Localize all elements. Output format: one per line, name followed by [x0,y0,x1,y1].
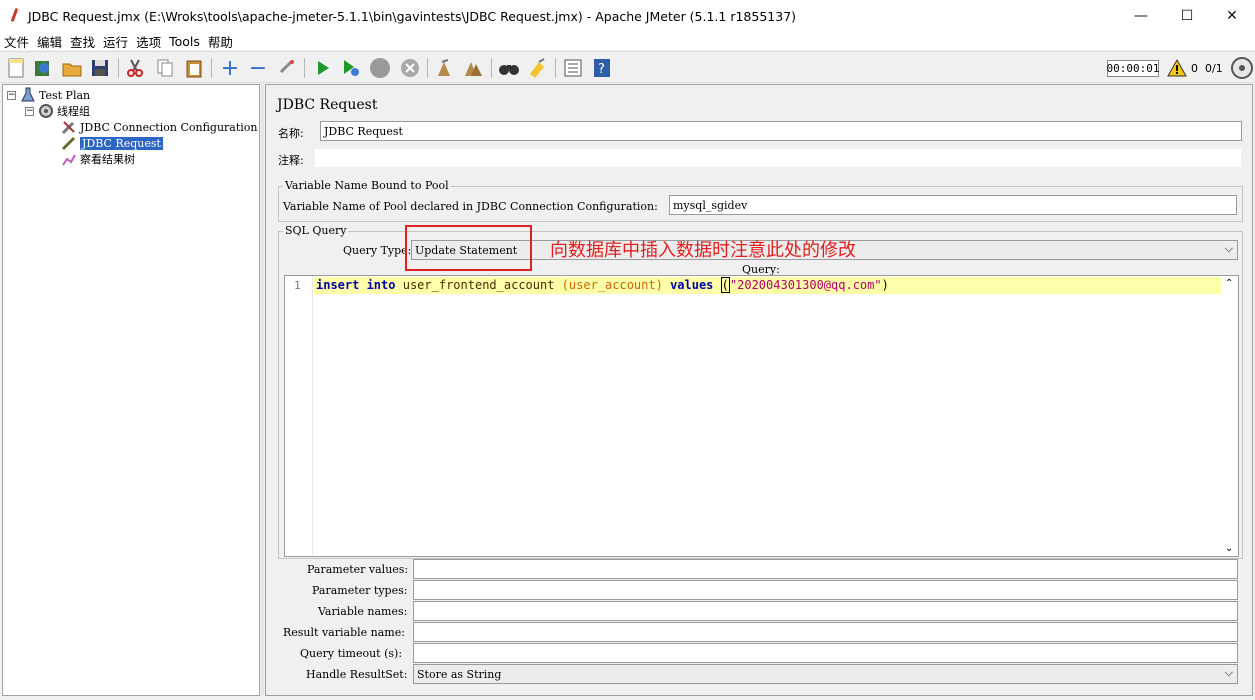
tree-node-jdbc-request[interactable]: JDBC Request [61,135,163,151]
remove-icon[interactable]: − [246,56,270,81]
menu-run[interactable]: 运行 [103,32,128,51]
svg-text:?: ? [598,62,605,77]
jdbc-request-panel: JDBC Request 名称: JDBC Request 注释: Variab… [265,84,1253,696]
cut-icon[interactable] [123,56,147,80]
toolbar: + − ? 00:00:01 0 0/1 [0,51,1255,83]
result-variable-field[interactable] [413,622,1238,642]
stop-icon[interactable] [368,56,392,80]
query-type-label: Query Type: [343,244,412,257]
shutdown-icon[interactable] [398,56,422,80]
listener-chart-icon [61,151,77,167]
scroll-up-icon[interactable]: ⌃ [1225,278,1233,289]
panel-splitter[interactable] [261,84,264,696]
menu-bar: 文件 编辑 查找 运行 选项 Tools 帮助 [0,32,1255,50]
variable-names-field[interactable] [413,601,1238,621]
menu-help[interactable]: 帮助 [208,32,233,51]
param-types-field[interactable] [413,580,1238,600]
clear-icon[interactable] [432,56,456,80]
pipette-icon [61,135,77,151]
clear-all-icon[interactable] [461,56,485,80]
pool-variable-field[interactable]: mysql_sgidev [669,195,1237,215]
result-variable-label: Result variable name: [283,626,405,639]
menu-file[interactable]: 文件 [4,32,29,51]
new-icon[interactable] [4,56,28,80]
comment-label: 注释: [278,154,304,167]
close-button[interactable]: ✕ [1209,0,1255,32]
handle-resultset-label: Handle ResultSet: [306,668,408,681]
panel-title: JDBC Request [277,97,378,113]
chevron-down-icon: ⌵ [1224,242,1233,255]
menu-tools[interactable]: Tools [169,34,200,49]
warning-icon[interactable] [1165,56,1189,80]
line-gutter: 1 [285,276,313,556]
param-values-label: Parameter values: [307,563,409,576]
sql-code-line: insert into user_frontend_account (user_… [316,277,889,293]
name-field[interactable]: JDBC Request [320,121,1242,141]
window-title: JDBC Request.jmx (E:\Wroks\tools\apache-… [28,8,797,24]
query-timeout-field[interactable] [413,643,1238,663]
collapse-icon[interactable]: − [7,90,16,100]
tree-node-thread-group[interactable]: − 线程组 [25,103,90,119]
test-plan-icon [20,87,36,103]
annotation-highlight-box [405,225,532,271]
param-types-label: Parameter types: [312,584,408,597]
line-number: 1 [294,279,301,292]
remote-status-icon [1230,56,1254,80]
menu-options[interactable]: 选项 [136,32,161,51]
open-icon[interactable] [60,56,84,80]
copy-icon[interactable] [153,56,177,80]
sql-group-title: SQL Query [283,224,349,237]
start-icon[interactable] [311,56,335,80]
elapsed-timer: 00:00:01 [1106,60,1160,77]
save-icon[interactable] [88,56,112,80]
reset-search-icon[interactable] [525,56,549,80]
comment-field[interactable] [314,148,1242,168]
gear-icon [38,103,54,119]
help-icon[interactable]: ? [590,56,614,80]
pool-group-title: Variable Name Bound to Pool [283,179,451,192]
chevron-down-icon: ⌵ [1224,666,1233,679]
menu-search[interactable]: 查找 [70,32,95,51]
annotation-text: 向数据库中插入数据时注意此处的修改 [550,240,856,261]
add-icon[interactable]: + [218,56,242,81]
maximize-button[interactable]: ☐ [1164,0,1210,32]
toggle-icon[interactable] [275,56,299,80]
param-values-field[interactable] [413,559,1238,579]
scroll-down-icon[interactable]: ⌄ [1225,543,1233,554]
collapse-icon[interactable]: − [25,106,34,116]
tree-node-result-tree[interactable]: 察看结果树 [61,151,135,167]
pool-label: Variable Name of Pool declared in JDBC C… [283,200,658,213]
tree-node-jdbc-config[interactable]: JDBC Connection Configuration [61,119,258,135]
templates-icon[interactable] [31,56,55,80]
start-no-pauses-icon[interactable] [339,56,363,80]
tree-node-test-plan[interactable]: − Test Plan [7,87,90,103]
variable-names-label: Variable names: [318,605,408,618]
paste-icon[interactable] [182,56,206,80]
wrench-icon [61,119,77,135]
function-helper-icon[interactable] [561,56,585,80]
menu-edit[interactable]: 编辑 [37,32,62,51]
query-timeout-label: Query timeout (s): [300,647,403,660]
minimize-button[interactable]: — [1118,0,1164,32]
jmeter-feather-icon [8,8,22,24]
test-plan-tree: − Test Plan − 线程组 JDBC Connection Config… [2,84,260,696]
name-label: 名称: [278,127,304,140]
search-icon[interactable] [497,56,521,80]
warning-count: 0 [1191,62,1198,75]
active-threads: 0/1 [1205,62,1223,75]
editor-scrollbar[interactable]: ⌃ ⌄ [1221,276,1238,556]
title-bar: JDBC Request.jmx (E:\Wroks\tools\apache-… [0,0,1255,32]
sql-editor[interactable]: 1 insert into user_frontend_account (use… [284,275,1239,557]
handle-resultset-select[interactable]: Store as String ⌵ [413,664,1238,684]
